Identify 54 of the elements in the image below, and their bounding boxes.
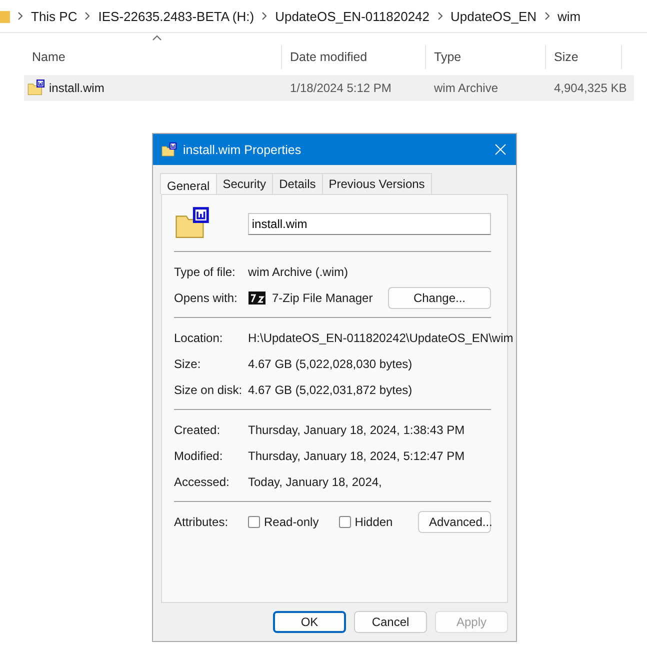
file-row[interactable]: install.wim 1/18/2024 5:12 PM wim Archive 4,904,325 KB	[24, 75, 634, 101]
field-value: 4.67 GB (5,022,028,030 bytes)	[248, 357, 414, 371]
field-label: Size on disk:	[174, 383, 244, 397]
field-value: Today, January 18, 2024,	[248, 475, 383, 489]
file-name: install.wim	[49, 81, 104, 95]
tab[interactable]: General	[160, 173, 217, 194]
checkbox[interactable]	[248, 516, 260, 528]
chevron-icon	[18, 12, 23, 20]
archive-icon	[27, 79, 45, 97]
breadcrumb-item[interactable]: UpdateOS_EN-011820242	[275, 8, 430, 24]
breadcrumb-item[interactable]: IES-22635.2483-BETA (H:)	[98, 8, 254, 24]
column-header[interactable]: Size	[546, 45, 622, 69]
field-label: Opens with:	[174, 291, 238, 305]
file-name-field[interactable]: install.wim	[248, 213, 491, 235]
column-header[interactable]: Type	[426, 45, 546, 69]
breadcrumb-item[interactable]: wim	[558, 8, 581, 24]
field-value: 7-Zip File Manager	[272, 291, 373, 305]
field-label: Size:	[174, 357, 202, 371]
type-cell-text: wim Archive	[433, 81, 500, 95]
field-value: wim Archive (.wim)	[248, 265, 350, 279]
date-cell-text: 1/18/2024 5:12 PM	[289, 81, 392, 95]
sort-caret-icon	[152, 35, 162, 41]
field-label: Created:	[174, 423, 222, 437]
column-header[interactable]: Date modified	[282, 45, 426, 69]
breadcrumb-item[interactable]: This PC	[31, 8, 78, 24]
field-label: Location:	[174, 331, 224, 345]
column-header[interactable]: Name	[24, 45, 282, 69]
field-value: H:\UpdateOS_EN-011820242\UpdateOS_EN\wim	[248, 331, 514, 345]
checkbox[interactable]	[338, 516, 351, 528]
close-icon[interactable]	[495, 144, 506, 155]
checkbox-label: Read-only	[264, 515, 319, 529]
field-value: Thursday, January 18, 2024, 1:38:43 PM	[248, 423, 466, 437]
archive-icon	[161, 142, 177, 158]
field-value: 4.67 GB (5,022,031,872 bytes)	[248, 383, 414, 397]
chevron-icon	[544, 12, 550, 20]
chevron-icon	[438, 12, 443, 20]
field-label: Attributes:	[174, 515, 230, 529]
field-label: Accessed:	[174, 475, 230, 489]
change-button[interactable]: Change...	[388, 287, 491, 309]
chevron-icon	[85, 12, 90, 20]
breadcrumb-item[interactable]: UpdateOS_EN	[450, 8, 537, 24]
window-title: install.wim Properties	[183, 142, 302, 156]
app-icon	[248, 291, 266, 305]
size-cell-text: 4,904,325 KB	[553, 81, 628, 95]
checkbox-label: Hidden	[354, 515, 393, 529]
field-label: Modified:	[174, 449, 224, 463]
chevron-icon	[262, 12, 268, 20]
advanced-button[interactable]: Advanced...	[418, 511, 491, 533]
dialog-button[interactable]: OK	[273, 611, 346, 633]
dialog-button[interactable]: Cancel	[354, 611, 427, 633]
field-label: Type of file:	[174, 265, 236, 279]
tab[interactable]: Previous Versions	[322, 173, 432, 194]
folder-icon	[0, 8, 10, 24]
field-value: Thursday, January 18, 2024, 5:12:47 PM	[248, 449, 466, 463]
